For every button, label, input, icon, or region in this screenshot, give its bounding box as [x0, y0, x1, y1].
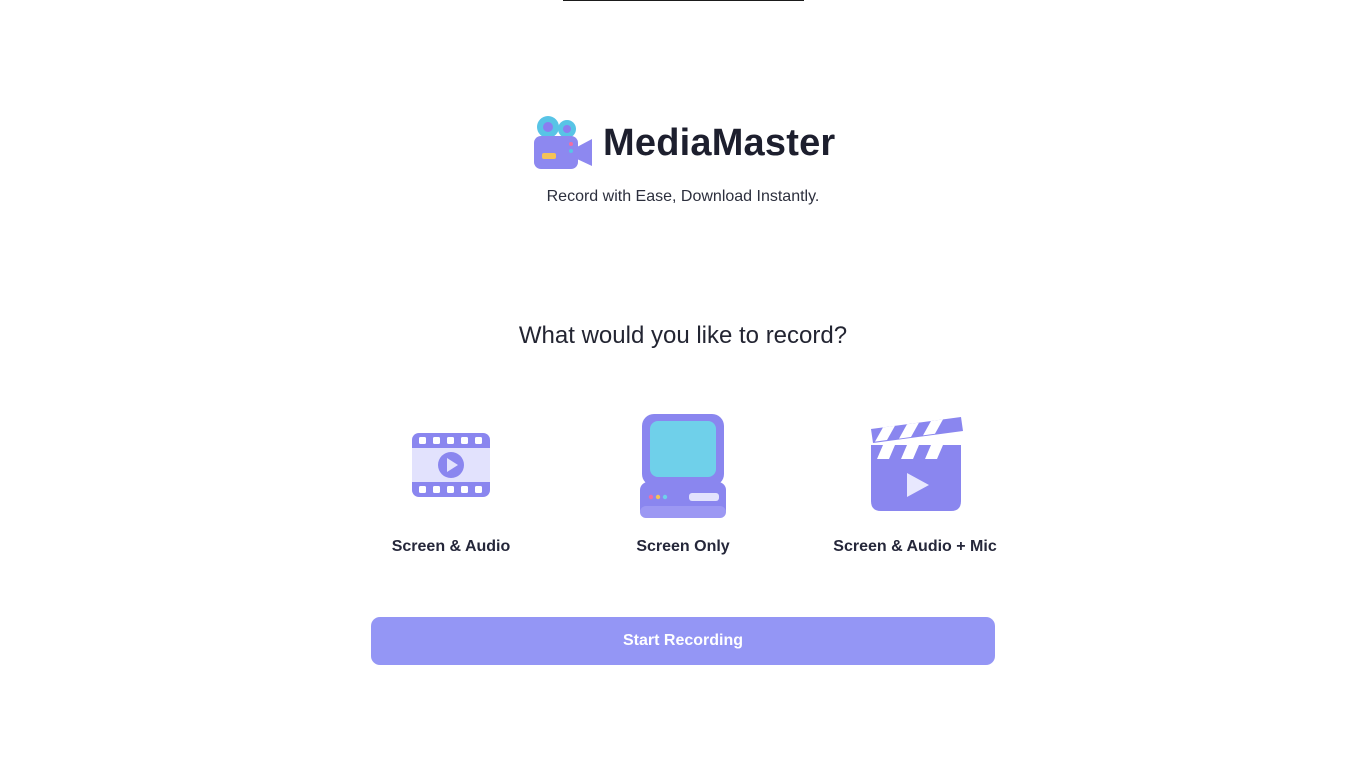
option-label: Screen Only: [636, 538, 730, 555]
option-screen-audio-mic[interactable]: Screen & Audio + Mic: [815, 412, 1015, 562]
film-strip-icon: [411, 431, 491, 504]
top-divider: [563, 0, 804, 1]
tagline: Record with Ease, Download Instantly.: [546, 188, 820, 205]
video-camera-icon: [533, 114, 593, 172]
option-screen-only[interactable]: Screen Only: [583, 412, 783, 562]
brand-header: MediaMaster: [533, 113, 843, 173]
record-question: What would you like to record?: [518, 322, 848, 349]
computer-monitor-icon: [635, 410, 731, 525]
option-label: Screen & Audio + Mic: [833, 538, 997, 555]
start-recording-button[interactable]: Start Recording: [371, 617, 995, 665]
option-label: Screen & Audio: [391, 538, 511, 555]
clapperboard-icon: [865, 415, 965, 520]
app-name: MediaMaster: [603, 121, 836, 164]
option-screen-audio[interactable]: Screen & Audio: [351, 412, 551, 562]
